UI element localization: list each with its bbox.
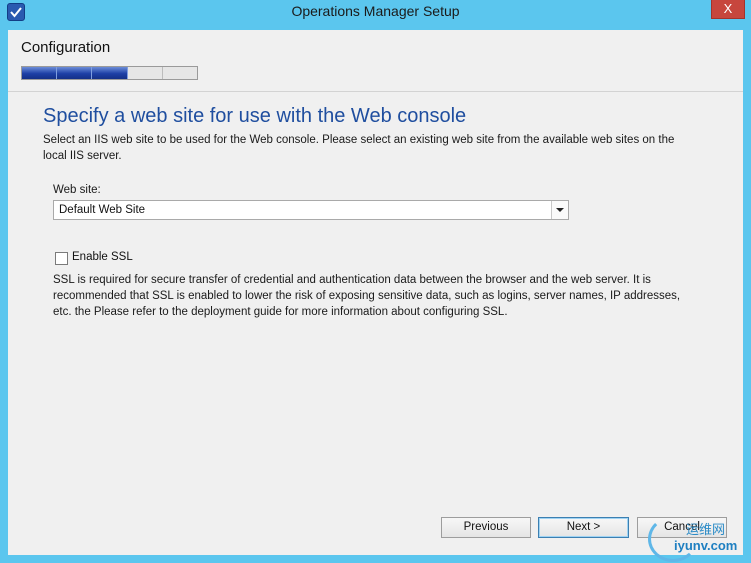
website-label: Web site:: [53, 184, 101, 196]
next-button[interactable]: Next >: [538, 517, 629, 538]
dialog-client-area: Configuration Specify a web site for use…: [8, 30, 743, 555]
website-dropdown[interactable]: Default Web Site: [53, 200, 569, 220]
page-heading: Specify a web site for use with the Web …: [43, 105, 467, 127]
enable-ssl-checkbox[interactable]: [55, 252, 68, 265]
setup-progress-bar: [21, 66, 198, 80]
setup-window: Operations Manager Setup X Configuration…: [0, 0, 751, 563]
previous-button[interactable]: Previous: [441, 517, 531, 538]
progress-step-3: [92, 67, 128, 79]
website-selected-value: Default Web Site: [59, 204, 146, 216]
wizard-header: Configuration: [8, 30, 743, 91]
progress-step-1: [22, 67, 58, 79]
progress-step-2: [57, 67, 93, 79]
window-title: Operations Manager Setup: [291, 3, 460, 19]
header-divider: [8, 91, 743, 92]
watermark: 运维网 iyunv.com: [648, 516, 748, 562]
enable-ssl-label[interactable]: Enable SSL: [72, 251, 133, 263]
stage-title: Configuration: [21, 39, 111, 56]
progress-step-5: [163, 67, 197, 79]
close-button[interactable]: X: [711, 0, 745, 19]
dropdown-arrow-icon[interactable]: [551, 201, 568, 219]
ssl-description: SSL is required for secure transfer of c…: [53, 274, 681, 318]
watermark-url: iyunv.com: [674, 538, 738, 553]
page-description: Select an IIS web site to be used for th…: [43, 134, 675, 162]
watermark-cn: 运维网: [686, 523, 726, 538]
title-bar[interactable]: Operations Manager Setup X: [0, 0, 751, 24]
progress-step-4: [128, 67, 163, 79]
